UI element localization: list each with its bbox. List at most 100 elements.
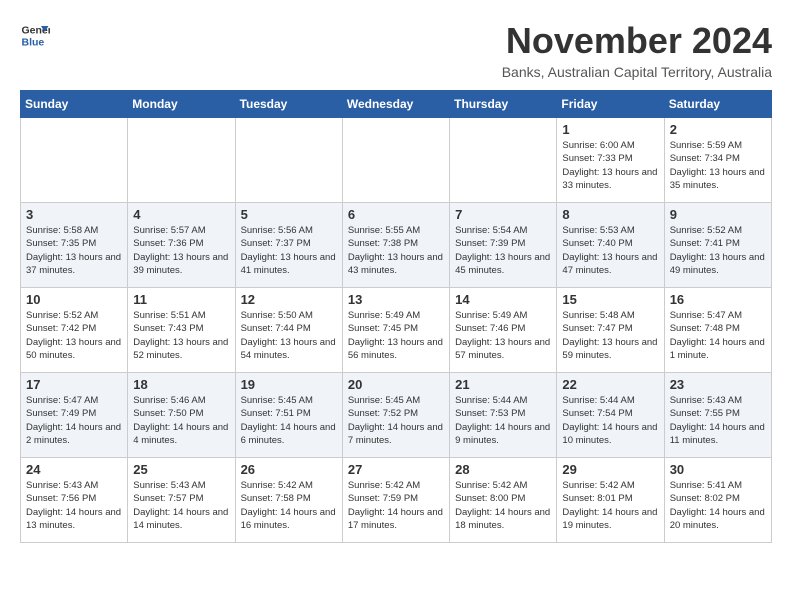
day-number: 21	[455, 377, 551, 392]
calendar-cell-2-6: 16 Sunrise: 5:47 AMSunset: 7:48 PMDayligh…	[664, 288, 771, 373]
header-friday: Friday	[557, 91, 664, 118]
calendar-cell-2-0: 10Sunrise: 5:52 AMSunset: 7:42 PMDayligh…	[21, 288, 128, 373]
day-info: Sunrise: 5:45 AMSunset: 7:52 PMDaylight:…	[348, 394, 444, 447]
day-info: Sunrise: 5:57 AMSunset: 7:36 PMDaylight:…	[133, 224, 229, 277]
calendar-cell-4-0: 24Sunrise: 5:43 AMSunset: 7:56 PMDayligh…	[21, 458, 128, 543]
day-number: 16	[670, 292, 766, 307]
day-number: 22	[562, 377, 658, 392]
calendar-cell-0-2	[235, 118, 342, 203]
day-info: Sunrise: 5:59 AMSunset: 7:34 PMDaylight:…	[670, 139, 766, 192]
calendar-cell-3-1: 18 Sunrise: 5:46 AMSunset: 7:50 PMDayligh…	[128, 373, 235, 458]
week-row-4: 17 Sunrise: 5:47 AMSunset: 7:49 PMDayligh…	[21, 373, 772, 458]
calendar-cell-1-6: 9 Sunrise: 5:52 AMSunset: 7:41 PMDaylight…	[664, 203, 771, 288]
calendar-cell-1-0: 3Sunrise: 5:58 AMSunset: 7:35 PMDaylight…	[21, 203, 128, 288]
day-number: 2	[670, 122, 766, 137]
day-info: Sunrise: 5:53 AMSunset: 7:40 PMDaylight:…	[562, 224, 658, 277]
day-number: 3	[26, 207, 122, 222]
day-info: Sunrise: 5:49 AMSunset: 7:46 PMDaylight:…	[455, 309, 551, 362]
day-info: Sunrise: 6:00 AMSunset: 7:33 PMDaylight:…	[562, 139, 658, 192]
day-number: 23	[670, 377, 766, 392]
day-number: 29	[562, 462, 658, 477]
day-number: 24	[26, 462, 122, 477]
day-number: 9	[670, 207, 766, 222]
day-info: Sunrise: 5:55 AMSunset: 7:38 PMDaylight:…	[348, 224, 444, 277]
calendar-cell-2-4: 14 Sunrise: 5:49 AMSunset: 7:46 PMDayligh…	[450, 288, 557, 373]
week-row-1: 1 Sunrise: 6:00 AMSunset: 7:33 PMDaylight…	[21, 118, 772, 203]
month-title: November 2024	[502, 20, 772, 62]
day-number: 20	[348, 377, 444, 392]
day-number: 8	[562, 207, 658, 222]
calendar-cell-4-2: 26 Sunrise: 5:42 AMSunset: 7:58 PMDayligh…	[235, 458, 342, 543]
day-info: Sunrise: 5:42 AMSunset: 8:01 PMDaylight:…	[562, 479, 658, 532]
day-info: Sunrise: 5:51 AMSunset: 7:43 PMDaylight:…	[133, 309, 229, 362]
header-saturday: Saturday	[664, 91, 771, 118]
day-number: 28	[455, 462, 551, 477]
day-info: Sunrise: 5:44 AMSunset: 7:54 PMDaylight:…	[562, 394, 658, 447]
calendar-cell-1-3: 6 Sunrise: 5:55 AMSunset: 7:38 PMDaylight…	[342, 203, 449, 288]
day-info: Sunrise: 5:48 AMSunset: 7:47 PMDaylight:…	[562, 309, 658, 362]
day-info: Sunrise: 5:42 AMSunset: 7:59 PMDaylight:…	[348, 479, 444, 532]
week-row-5: 24Sunrise: 5:43 AMSunset: 7:56 PMDayligh…	[21, 458, 772, 543]
header-tuesday: Tuesday	[235, 91, 342, 118]
calendar-cell-3-2: 19 Sunrise: 5:45 AMSunset: 7:51 PMDayligh…	[235, 373, 342, 458]
day-info: Sunrise: 5:41 AMSunset: 8:02 PMDaylight:…	[670, 479, 766, 532]
header-thursday: Thursday	[450, 91, 557, 118]
calendar-cell-2-5: 15Sunrise: 5:48 AMSunset: 7:47 PMDayligh…	[557, 288, 664, 373]
calendar-cell-1-5: 8 Sunrise: 5:53 AMSunset: 7:40 PMDaylight…	[557, 203, 664, 288]
location-title: Banks, Australian Capital Territory, Aus…	[502, 64, 772, 80]
day-number: 18	[133, 377, 229, 392]
day-number: 25	[133, 462, 229, 477]
day-number: 26	[241, 462, 337, 477]
header-row: Sunday Monday Tuesday Wednesday Thursday…	[21, 91, 772, 118]
calendar-cell-3-3: 20 Sunrise: 5:45 AMSunset: 7:52 PMDayligh…	[342, 373, 449, 458]
header: General Blue November 2024 Banks, Austra…	[20, 20, 772, 80]
day-info: Sunrise: 5:42 AMSunset: 7:58 PMDaylight:…	[241, 479, 337, 532]
day-info: Sunrise: 5:54 AMSunset: 7:39 PMDaylight:…	[455, 224, 551, 277]
day-number: 14	[455, 292, 551, 307]
title-section: November 2024 Banks, Australian Capital …	[502, 20, 772, 80]
day-number: 27	[348, 462, 444, 477]
calendar-cell-0-0	[21, 118, 128, 203]
day-info: Sunrise: 5:52 AMSunset: 7:41 PMDaylight:…	[670, 224, 766, 277]
week-row-3: 10Sunrise: 5:52 AMSunset: 7:42 PMDayligh…	[21, 288, 772, 373]
calendar-cell-1-4: 7 Sunrise: 5:54 AMSunset: 7:39 PMDaylight…	[450, 203, 557, 288]
header-monday: Monday	[128, 91, 235, 118]
day-info: Sunrise: 5:44 AMSunset: 7:53 PMDaylight:…	[455, 394, 551, 447]
calendar-cell-4-5: 29 Sunrise: 5:42 AMSunset: 8:01 PMDayligh…	[557, 458, 664, 543]
day-number: 17	[26, 377, 122, 392]
day-number: 30	[670, 462, 766, 477]
logo-icon: General Blue	[20, 20, 50, 50]
calendar-cell-3-0: 17 Sunrise: 5:47 AMSunset: 7:49 PMDayligh…	[21, 373, 128, 458]
calendar-cell-4-1: 25 Sunrise: 5:43 AMSunset: 7:57 PMDayligh…	[128, 458, 235, 543]
day-info: Sunrise: 5:43 AMSunset: 7:55 PMDaylight:…	[670, 394, 766, 447]
day-info: Sunrise: 5:47 AMSunset: 7:49 PMDaylight:…	[26, 394, 122, 447]
day-number: 7	[455, 207, 551, 222]
day-number: 6	[348, 207, 444, 222]
day-info: Sunrise: 5:50 AMSunset: 7:44 PMDaylight:…	[241, 309, 337, 362]
calendar-cell-4-6: 30 Sunrise: 5:41 AMSunset: 8:02 PMDayligh…	[664, 458, 771, 543]
day-info: Sunrise: 5:43 AMSunset: 7:57 PMDaylight:…	[133, 479, 229, 532]
calendar-cell-2-2: 12Sunrise: 5:50 AMSunset: 7:44 PMDayligh…	[235, 288, 342, 373]
svg-text:Blue: Blue	[22, 37, 45, 49]
day-info: Sunrise: 5:46 AMSunset: 7:50 PMDaylight:…	[133, 394, 229, 447]
header-wednesday: Wednesday	[342, 91, 449, 118]
day-number: 10	[26, 292, 122, 307]
calendar-cell-3-6: 23 Sunrise: 5:43 AMSunset: 7:55 PMDayligh…	[664, 373, 771, 458]
calendar-table: Sunday Monday Tuesday Wednesday Thursday…	[20, 90, 772, 543]
calendar-cell-0-6: 2 Sunrise: 5:59 AMSunset: 7:34 PMDaylight…	[664, 118, 771, 203]
calendar-cell-1-2: 5Sunrise: 5:56 AMSunset: 7:37 PMDaylight…	[235, 203, 342, 288]
calendar-cell-2-3: 13Sunrise: 5:49 AMSunset: 7:45 PMDayligh…	[342, 288, 449, 373]
day-info: Sunrise: 5:42 AMSunset: 8:00 PMDaylight:…	[455, 479, 551, 532]
day-number: 11	[133, 292, 229, 307]
day-number: 19	[241, 377, 337, 392]
calendar-cell-2-1: 11 Sunrise: 5:51 AMSunset: 7:43 PMDayligh…	[128, 288, 235, 373]
day-number: 5	[241, 207, 337, 222]
day-info: Sunrise: 5:45 AMSunset: 7:51 PMDaylight:…	[241, 394, 337, 447]
day-number: 4	[133, 207, 229, 222]
logo: General Blue	[20, 20, 50, 50]
day-info: Sunrise: 5:47 AMSunset: 7:48 PMDaylight:…	[670, 309, 766, 362]
day-number: 1	[562, 122, 658, 137]
calendar-cell-1-1: 4 Sunrise: 5:57 AMSunset: 7:36 PMDaylight…	[128, 203, 235, 288]
calendar-cell-4-4: 28 Sunrise: 5:42 AMSunset: 8:00 PMDayligh…	[450, 458, 557, 543]
week-row-2: 3Sunrise: 5:58 AMSunset: 7:35 PMDaylight…	[21, 203, 772, 288]
